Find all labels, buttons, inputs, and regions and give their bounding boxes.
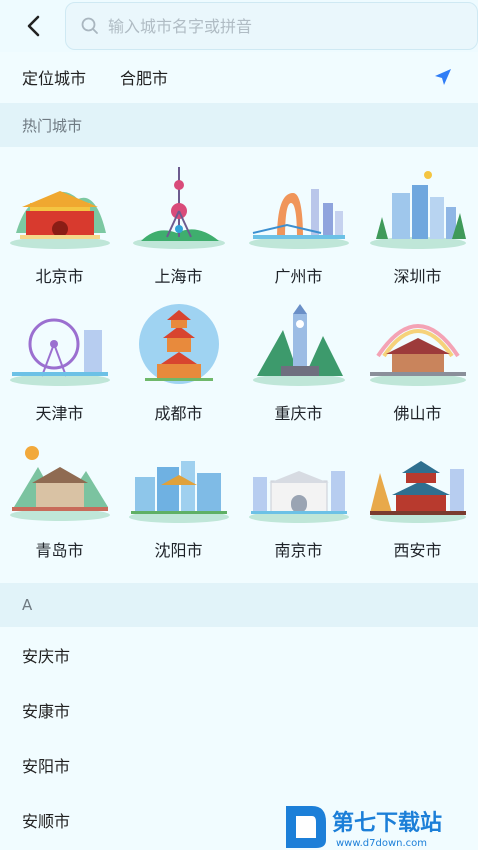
list-item[interactable]: 安阳市 bbox=[0, 737, 478, 792]
top-bar bbox=[0, 0, 478, 52]
city-card-foshan[interactable]: 佛山市 bbox=[358, 300, 477, 430]
city-label: 安康市 bbox=[22, 701, 71, 721]
city-card-tianjin[interactable]: 天津市 bbox=[0, 300, 119, 430]
watermark-logo: 第七下载站 www.d7down.com bbox=[286, 806, 442, 849]
city-card-nanjing[interactable]: 南京市 bbox=[239, 437, 358, 567]
location-row: 定位城市 合肥市 bbox=[0, 54, 478, 100]
search-box[interactable] bbox=[65, 2, 478, 50]
shenzhen-skyline-illustration bbox=[369, 171, 466, 249]
city-card-shenyang[interactable]: 沈阳市 bbox=[119, 437, 238, 567]
city-name: 深圳市 bbox=[393, 267, 442, 286]
current-city[interactable]: 合肥市 bbox=[120, 65, 168, 89]
city-name: 佛山市 bbox=[393, 404, 442, 423]
beijing-tiananmen-illustration bbox=[9, 191, 110, 249]
location-arrow-icon[interactable] bbox=[432, 66, 454, 88]
chevron-left-icon bbox=[27, 15, 40, 37]
foshan-ancestral-temple-illustration bbox=[369, 324, 466, 386]
alpha-letter: A bbox=[22, 596, 33, 614]
search-icon bbox=[81, 17, 98, 34]
city-name: 天津市 bbox=[35, 404, 84, 423]
search-input[interactable] bbox=[108, 16, 408, 36]
xian-bell-tower-illustration bbox=[369, 461, 466, 523]
city-card-beijing[interactable]: 北京市 bbox=[0, 163, 119, 293]
city-card-chongqing[interactable]: 重庆市 bbox=[239, 300, 358, 430]
list-item[interactable]: 安康市 bbox=[0, 682, 478, 737]
hot-cities-header: 热门城市 bbox=[0, 103, 478, 147]
back-button[interactable] bbox=[18, 10, 50, 42]
city-name: 上海市 bbox=[154, 267, 203, 286]
city-name: 成都市 bbox=[154, 404, 203, 423]
city-card-guangzhou[interactable]: 广州市 bbox=[239, 163, 358, 293]
watermark-url: www.d7down.com bbox=[336, 838, 427, 849]
hot-cities-grid: 北京市 上海市 广州市 深圳市 天津市 成都市 重庆市 佛山市 青岛市 沈阳市 … bbox=[0, 150, 478, 580]
list-item[interactable]: 安庆市 bbox=[0, 627, 478, 682]
watermark-text: 第七下载站 bbox=[332, 810, 442, 836]
alpha-section-header: A bbox=[0, 583, 478, 627]
hot-cities-title: 热门城市 bbox=[22, 116, 83, 135]
city-name: 沈阳市 bbox=[154, 541, 203, 560]
city-name: 广州市 bbox=[274, 267, 323, 286]
city-label: 安阳市 bbox=[22, 756, 71, 776]
city-label: 安庆市 bbox=[22, 646, 71, 666]
city-label: 安顺市 bbox=[22, 811, 71, 831]
city-card-xian[interactable]: 西安市 bbox=[358, 437, 477, 567]
location-label: 定位城市 bbox=[22, 69, 87, 88]
city-name: 西安市 bbox=[393, 541, 442, 560]
chengdu-pagoda-illustration bbox=[138, 304, 219, 384]
city-name: 青岛市 bbox=[35, 541, 84, 560]
city-name: 南京市 bbox=[274, 541, 323, 560]
tianjin-eye-illustration bbox=[9, 318, 110, 386]
shanghai-pearl-tower-illustration bbox=[132, 167, 225, 249]
city-name: 北京市 bbox=[35, 267, 84, 286]
guangzhou-tower-illustration bbox=[248, 189, 349, 249]
shenyang-palace-illustration bbox=[128, 461, 229, 523]
qingdao-building-illustration bbox=[9, 446, 110, 521]
nanjing-hall-illustration bbox=[248, 471, 349, 523]
chongqing-clock-tower-illustration bbox=[252, 304, 345, 386]
city-name: 重庆市 bbox=[274, 404, 323, 423]
city-card-shanghai[interactable]: 上海市 bbox=[119, 163, 238, 293]
city-card-chengdu[interactable]: 成都市 bbox=[119, 300, 238, 430]
city-card-shenzhen[interactable]: 深圳市 bbox=[358, 163, 477, 293]
city-card-qingdao[interactable]: 青岛市 bbox=[0, 437, 119, 567]
